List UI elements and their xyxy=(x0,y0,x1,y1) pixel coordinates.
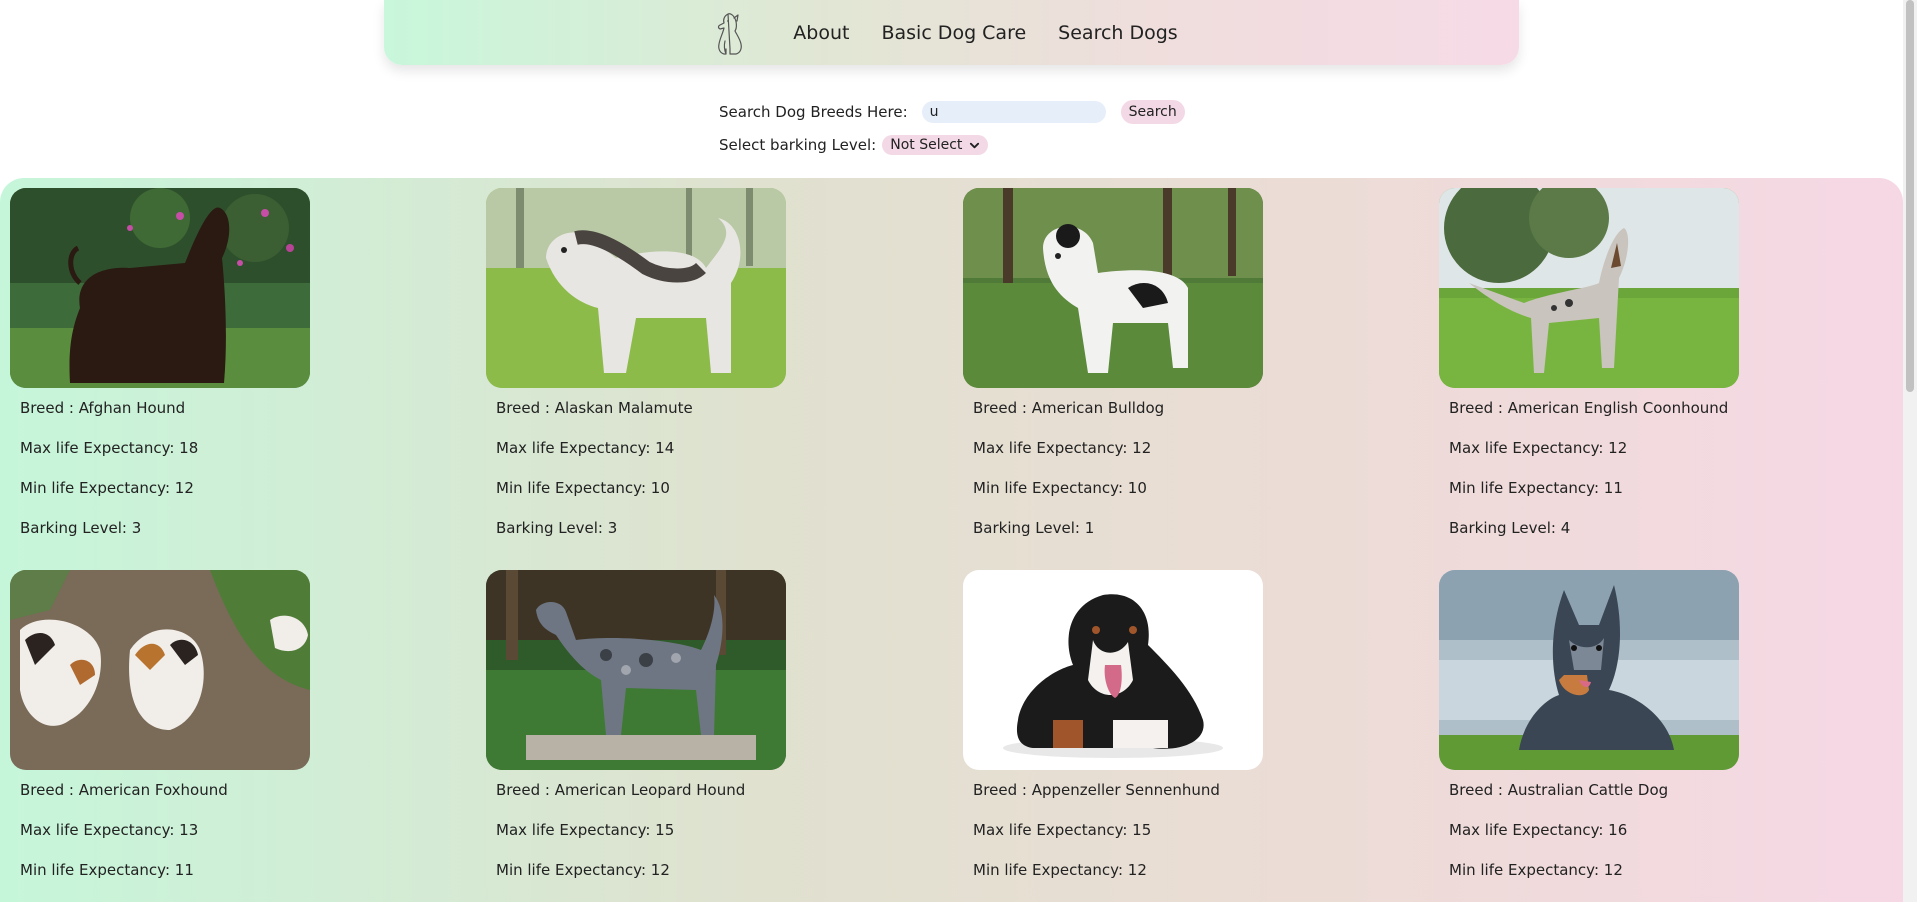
dog-barking-level: Barking Level: 3 xyxy=(20,519,142,537)
page-scrollbar[interactable] xyxy=(1903,0,1917,902)
dog-info: Breed : American Leopard Hound Max life … xyxy=(486,780,786,880)
dog-card[interactable]: Breed : American English Coonhound Max l… xyxy=(1439,188,1739,538)
dog-photo xyxy=(10,188,310,388)
dog-info: Breed : American English Coonhound Max l… xyxy=(1439,398,1739,538)
nav-link-about[interactable]: About xyxy=(793,22,849,44)
dog-breed: Breed : American Leopard Hound xyxy=(496,781,746,799)
dog-card[interactable]: Breed : Appenzeller Sennenhund Max life … xyxy=(963,570,1263,880)
dog-min-life: Min life Expectancy: 12 xyxy=(1449,861,1623,879)
dog-info: Breed : Alaskan Malamute Max life Expect… xyxy=(486,398,786,538)
dog-max-life: Max life Expectancy: 16 xyxy=(1449,821,1628,839)
dog-breed: Breed : American Foxhound xyxy=(20,781,228,799)
nav-link-basic-dog-care[interactable]: Basic Dog Care xyxy=(881,22,1026,44)
nav-link-search-dogs[interactable]: Search Dogs xyxy=(1058,22,1178,44)
dog-card[interactable]: Breed : American Leopard Hound Max life … xyxy=(486,570,786,880)
dog-barking-level: Barking Level: 4 xyxy=(1449,519,1571,537)
dog-info: Breed : Appenzeller Sennenhund Max life … xyxy=(963,780,1263,880)
dog-barking-level: Barking Level: 3 xyxy=(496,519,618,537)
dog-min-life: Min life Expectancy: 12 xyxy=(20,479,194,497)
dog-min-life: Min life Expectancy: 11 xyxy=(1449,479,1623,497)
dog-breed: Breed : American Bulldog xyxy=(973,399,1165,417)
dog-info: Breed : Australian Cattle Dog Max life E… xyxy=(1439,780,1739,880)
dog-min-life: Min life Expectancy: 12 xyxy=(973,861,1147,879)
dog-card[interactable]: Breed : American Bulldog Max life Expect… xyxy=(963,188,1263,538)
dog-photo xyxy=(1439,570,1739,770)
dog-breed: Breed : American English Coonhound xyxy=(1449,399,1729,417)
dog-breed: Breed : Afghan Hound xyxy=(20,399,186,417)
top-navbar: About Basic Dog Care Search Dogs xyxy=(384,0,1519,65)
dog-card[interactable]: Breed : American Foxhound Max life Expec… xyxy=(10,570,310,880)
dog-breed: Breed : Alaskan Malamute xyxy=(496,399,693,417)
barking-filter-label: Select barking Level: xyxy=(719,136,877,154)
dog-info: Breed : American Bulldog Max life Expect… xyxy=(963,398,1263,538)
search-row: Search Dog Breeds Here: Search xyxy=(719,100,1185,124)
scrollbar-thumb[interactable] xyxy=(1906,0,1914,392)
dog-min-life: Min life Expectancy: 10 xyxy=(496,479,670,497)
dog-logo-icon[interactable] xyxy=(709,11,747,57)
dog-photo xyxy=(1439,188,1739,388)
dog-card[interactable]: Breed : Australian Cattle Dog Max life E… xyxy=(1439,570,1739,880)
dog-min-life: Min life Expectancy: 11 xyxy=(20,861,194,879)
dog-max-life: Max life Expectancy: 15 xyxy=(973,821,1152,839)
dog-barking-level: Barking Level: 1 xyxy=(973,519,1095,537)
dog-max-life: Max life Expectancy: 15 xyxy=(496,821,675,839)
dog-min-life: Min life Expectancy: 10 xyxy=(973,479,1147,497)
dog-card[interactable]: Breed : Afghan Hound Max life Expectancy… xyxy=(10,188,310,538)
dog-max-life: Max life Expectancy: 13 xyxy=(20,821,199,839)
dog-photo xyxy=(486,570,786,770)
dog-info: Breed : American Foxhound Max life Expec… xyxy=(10,780,310,880)
dog-photo xyxy=(486,188,786,388)
dog-max-life: Max life Expectancy: 18 xyxy=(20,439,199,457)
dog-max-life: Max life Expectancy: 12 xyxy=(1449,439,1628,457)
dog-results-grid: Breed : Afghan Hound Max life Expectancy… xyxy=(0,178,1903,902)
search-label: Search Dog Breeds Here: xyxy=(719,103,908,121)
barking-filter-row: Select barking Level: Not Select xyxy=(719,134,989,156)
dog-breed: Breed : Appenzeller Sennenhund xyxy=(973,781,1220,799)
dog-photo xyxy=(963,570,1263,770)
chevron-down-icon xyxy=(970,142,980,148)
search-input[interactable] xyxy=(921,101,1106,123)
dog-photo xyxy=(10,570,310,770)
barking-level-select[interactable]: Not Select xyxy=(882,135,989,155)
dog-min-life: Min life Expectancy: 12 xyxy=(496,861,670,879)
dog-card[interactable]: Breed : Alaskan Malamute Max life Expect… xyxy=(486,188,786,538)
dog-info: Breed : Afghan Hound Max life Expectancy… xyxy=(10,398,310,538)
search-button[interactable]: Search xyxy=(1120,100,1185,124)
barking-level-selected: Not Select xyxy=(890,137,963,153)
dog-breed: Breed : Australian Cattle Dog xyxy=(1449,781,1669,799)
dog-max-life: Max life Expectancy: 12 xyxy=(973,439,1152,457)
dog-max-life: Max life Expectancy: 14 xyxy=(496,439,675,457)
dog-photo xyxy=(963,188,1263,388)
